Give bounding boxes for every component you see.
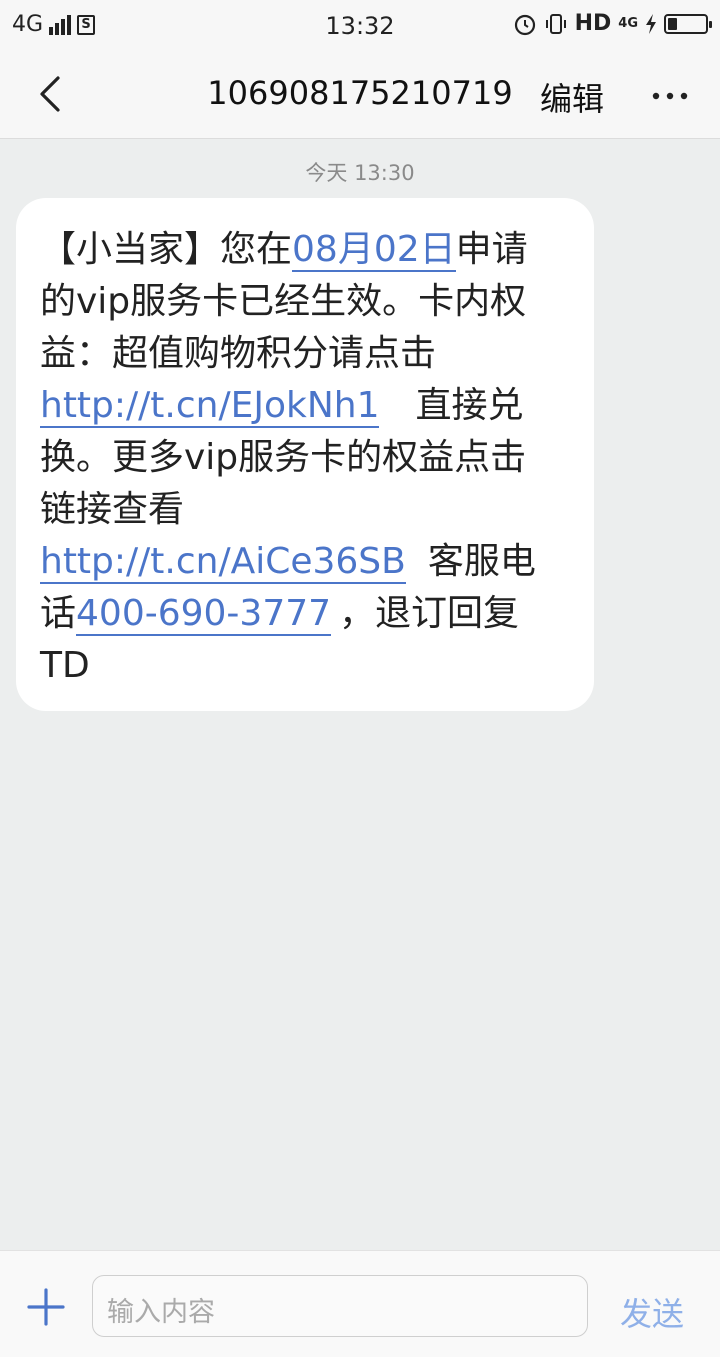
battery-fill — [668, 17, 677, 30]
battery-icon — [664, 13, 712, 34]
charging-icon — [646, 13, 656, 34]
message-input[interactable]: 输入内容 — [92, 1275, 588, 1337]
alarm-icon — [514, 14, 535, 35]
message-line: 链接查看 — [40, 488, 184, 532]
message-line: 的vip服务卡已经生效。卡内权 — [40, 280, 526, 324]
message-line: http://t.cn/AiCe36SB 客服电 — [40, 540, 536, 584]
message-input-placeholder: 输入内容 — [107, 1297, 215, 1328]
message-text: ，退订回复 — [339, 593, 520, 634]
message-line: 换。更多vip服务卡的权益点击 — [40, 436, 526, 480]
message-text: 换。更多vip服务卡的权益点击 — [40, 437, 527, 478]
date-link[interactable]: 08月02日 — [292, 229, 456, 272]
message-text: 直接兑 — [415, 385, 524, 426]
vibrate-icon — [545, 13, 566, 34]
message-text: 客服电 — [427, 541, 536, 582]
message-text: 申请 — [455, 229, 528, 270]
url-link-2[interactable]: http://t.cn/AiCe36SB — [40, 541, 406, 584]
message-text: 链接查看 — [40, 489, 185, 530]
message-line: 话400-690-3777 ，退订回复 — [40, 592, 519, 636]
message-text: 益：超值购物积分请点击 — [40, 333, 437, 374]
phone-link[interactable]: 400-690-3777 — [76, 593, 332, 636]
status-bar: 4G S 13:32 HD 4G — [0, 0, 720, 52]
send-button[interactable]: 发送 — [620, 1289, 684, 1335]
more-options-icon[interactable] — [646, 76, 694, 116]
message-bubble[interactable]: 【小当家】您在08月02日申请 的vip服务卡已经生效。卡内权 益：超值购物积分… — [16, 198, 594, 711]
contact-number: 106908175210719 — [207, 74, 513, 112]
status-right: HD 4G — [513, 11, 712, 36]
network-type-2: 4G — [618, 16, 638, 31]
message-line: 益：超值购物积分请点击 — [40, 332, 436, 376]
message-text: 【小当家】您在 — [40, 229, 293, 270]
message-line: 【小当家】您在08月02日申请 — [40, 228, 528, 272]
url-link-1[interactable]: http://t.cn/EJokNh1 — [40, 385, 380, 428]
date-stamp: 今天 13:30 — [305, 161, 415, 185]
hd-indicator: HD — [574, 11, 612, 36]
message-line: http://t.cn/EJokNh1 直接兑 — [40, 384, 523, 428]
message-line: TD — [40, 644, 90, 688]
composer-bar: 输入内容 发送 — [0, 1250, 720, 1357]
plus-icon[interactable] — [26, 1287, 66, 1327]
message-text: 话 — [40, 593, 77, 634]
message-text: 的vip服务卡已经生效。卡内权 — [40, 281, 527, 322]
edit-button[interactable]: 编辑 — [540, 74, 604, 120]
conversation-header: 106908175210719 编辑 — [0, 52, 720, 139]
back-arrow-icon[interactable] — [30, 72, 74, 116]
message-text: TD — [40, 645, 90, 686]
